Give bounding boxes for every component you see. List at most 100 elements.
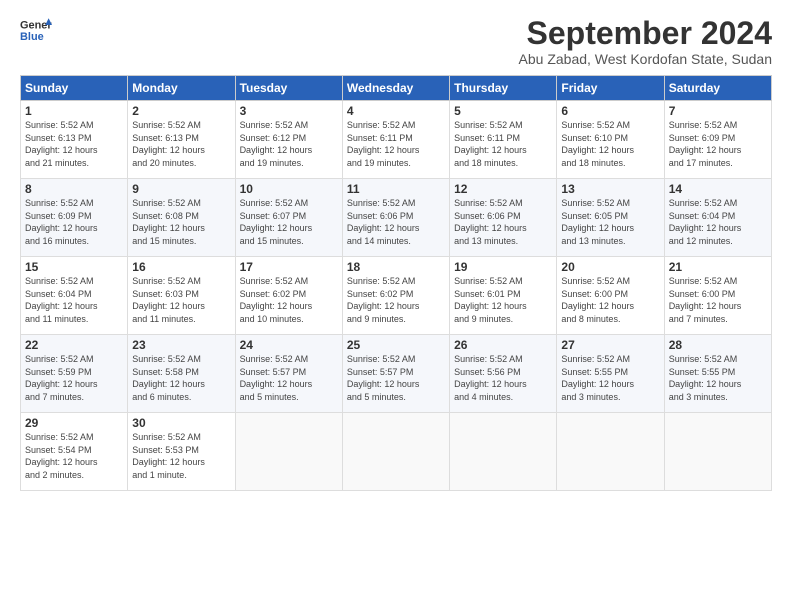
day-number: 14 <box>669 182 767 196</box>
header-sunday: Sunday <box>21 76 128 101</box>
table-cell: 6Sunrise: 5:52 AM Sunset: 6:10 PM Daylig… <box>557 101 664 179</box>
day-number: 1 <box>25 104 123 118</box>
day-number: 13 <box>561 182 659 196</box>
table-cell: 13Sunrise: 5:52 AM Sunset: 6:05 PM Dayli… <box>557 179 664 257</box>
day-info: Sunrise: 5:52 AM Sunset: 5:53 PM Dayligh… <box>132 431 230 481</box>
day-number: 18 <box>347 260 445 274</box>
day-info: Sunrise: 5:52 AM Sunset: 6:01 PM Dayligh… <box>454 275 552 325</box>
day-number: 3 <box>240 104 338 118</box>
day-number: 29 <box>25 416 123 430</box>
day-number: 22 <box>25 338 123 352</box>
table-cell: 7Sunrise: 5:52 AM Sunset: 6:09 PM Daylig… <box>664 101 771 179</box>
day-number: 6 <box>561 104 659 118</box>
day-number: 17 <box>240 260 338 274</box>
svg-text:Blue: Blue <box>20 31 44 43</box>
header-friday: Friday <box>557 76 664 101</box>
day-info: Sunrise: 5:52 AM Sunset: 6:02 PM Dayligh… <box>347 275 445 325</box>
table-cell: 10Sunrise: 5:52 AM Sunset: 6:07 PM Dayli… <box>235 179 342 257</box>
day-info: Sunrise: 5:52 AM Sunset: 5:57 PM Dayligh… <box>347 353 445 403</box>
header-monday: Monday <box>128 76 235 101</box>
day-number: 12 <box>454 182 552 196</box>
table-cell: 5Sunrise: 5:52 AM Sunset: 6:11 PM Daylig… <box>450 101 557 179</box>
day-info: Sunrise: 5:52 AM Sunset: 5:55 PM Dayligh… <box>669 353 767 403</box>
day-info: Sunrise: 5:52 AM Sunset: 6:04 PM Dayligh… <box>25 275 123 325</box>
table-cell: 18Sunrise: 5:52 AM Sunset: 6:02 PM Dayli… <box>342 257 449 335</box>
table-cell: 27Sunrise: 5:52 AM Sunset: 5:55 PM Dayli… <box>557 335 664 413</box>
calendar-table: Sunday Monday Tuesday Wednesday Thursday… <box>20 75 772 491</box>
day-info: Sunrise: 5:52 AM Sunset: 6:00 PM Dayligh… <box>669 275 767 325</box>
day-info: Sunrise: 5:52 AM Sunset: 6:13 PM Dayligh… <box>25 119 123 169</box>
table-cell: 20Sunrise: 5:52 AM Sunset: 6:00 PM Dayli… <box>557 257 664 335</box>
day-number: 25 <box>347 338 445 352</box>
logo: General Blue <box>20 16 52 44</box>
title-block: September 2024 Abu Zabad, West Kordofan … <box>519 16 772 67</box>
day-info: Sunrise: 5:52 AM Sunset: 6:12 PM Dayligh… <box>240 119 338 169</box>
day-number: 8 <box>25 182 123 196</box>
table-cell: 9Sunrise: 5:52 AM Sunset: 6:08 PM Daylig… <box>128 179 235 257</box>
week-row-2: 8Sunrise: 5:52 AM Sunset: 6:09 PM Daylig… <box>21 179 772 257</box>
day-number: 24 <box>240 338 338 352</box>
table-cell: 30Sunrise: 5:52 AM Sunset: 5:53 PM Dayli… <box>128 413 235 491</box>
table-cell: 21Sunrise: 5:52 AM Sunset: 6:00 PM Dayli… <box>664 257 771 335</box>
day-info: Sunrise: 5:52 AM Sunset: 6:05 PM Dayligh… <box>561 197 659 247</box>
table-cell: 8Sunrise: 5:52 AM Sunset: 6:09 PM Daylig… <box>21 179 128 257</box>
day-info: Sunrise: 5:52 AM Sunset: 6:08 PM Dayligh… <box>132 197 230 247</box>
header-wednesday: Wednesday <box>342 76 449 101</box>
table-cell <box>450 413 557 491</box>
table-cell: 17Sunrise: 5:52 AM Sunset: 6:02 PM Dayli… <box>235 257 342 335</box>
table-cell: 28Sunrise: 5:52 AM Sunset: 5:55 PM Dayli… <box>664 335 771 413</box>
table-cell: 15Sunrise: 5:52 AM Sunset: 6:04 PM Dayli… <box>21 257 128 335</box>
day-info: Sunrise: 5:52 AM Sunset: 5:56 PM Dayligh… <box>454 353 552 403</box>
table-cell: 25Sunrise: 5:52 AM Sunset: 5:57 PM Dayli… <box>342 335 449 413</box>
day-number: 7 <box>669 104 767 118</box>
day-number: 30 <box>132 416 230 430</box>
table-cell: 11Sunrise: 5:52 AM Sunset: 6:06 PM Dayli… <box>342 179 449 257</box>
table-cell: 26Sunrise: 5:52 AM Sunset: 5:56 PM Dayli… <box>450 335 557 413</box>
table-cell: 24Sunrise: 5:52 AM Sunset: 5:57 PM Dayli… <box>235 335 342 413</box>
week-row-4: 22Sunrise: 5:52 AM Sunset: 5:59 PM Dayli… <box>21 335 772 413</box>
table-cell: 3Sunrise: 5:52 AM Sunset: 6:12 PM Daylig… <box>235 101 342 179</box>
day-info: Sunrise: 5:52 AM Sunset: 6:13 PM Dayligh… <box>132 119 230 169</box>
day-info: Sunrise: 5:52 AM Sunset: 5:57 PM Dayligh… <box>240 353 338 403</box>
table-cell <box>557 413 664 491</box>
day-number: 2 <box>132 104 230 118</box>
day-info: Sunrise: 5:52 AM Sunset: 5:58 PM Dayligh… <box>132 353 230 403</box>
day-number: 21 <box>669 260 767 274</box>
day-number: 15 <box>25 260 123 274</box>
table-cell: 29Sunrise: 5:52 AM Sunset: 5:54 PM Dayli… <box>21 413 128 491</box>
day-info: Sunrise: 5:52 AM Sunset: 5:55 PM Dayligh… <box>561 353 659 403</box>
week-row-1: 1Sunrise: 5:52 AM Sunset: 6:13 PM Daylig… <box>21 101 772 179</box>
day-info: Sunrise: 5:52 AM Sunset: 5:59 PM Dayligh… <box>25 353 123 403</box>
day-info: Sunrise: 5:52 AM Sunset: 6:02 PM Dayligh… <box>240 275 338 325</box>
header-saturday: Saturday <box>664 76 771 101</box>
day-info: Sunrise: 5:52 AM Sunset: 6:10 PM Dayligh… <box>561 119 659 169</box>
day-info: Sunrise: 5:52 AM Sunset: 5:54 PM Dayligh… <box>25 431 123 481</box>
day-info: Sunrise: 5:52 AM Sunset: 6:11 PM Dayligh… <box>347 119 445 169</box>
month-title: September 2024 <box>519 16 772 51</box>
day-info: Sunrise: 5:52 AM Sunset: 6:04 PM Dayligh… <box>669 197 767 247</box>
table-cell: 1Sunrise: 5:52 AM Sunset: 6:13 PM Daylig… <box>21 101 128 179</box>
table-cell: 22Sunrise: 5:52 AM Sunset: 5:59 PM Dayli… <box>21 335 128 413</box>
day-number: 28 <box>669 338 767 352</box>
day-info: Sunrise: 5:52 AM Sunset: 6:07 PM Dayligh… <box>240 197 338 247</box>
table-cell: 14Sunrise: 5:52 AM Sunset: 6:04 PM Dayli… <box>664 179 771 257</box>
day-number: 23 <box>132 338 230 352</box>
day-number: 16 <box>132 260 230 274</box>
day-number: 27 <box>561 338 659 352</box>
table-cell <box>235 413 342 491</box>
day-number: 5 <box>454 104 552 118</box>
day-info: Sunrise: 5:52 AM Sunset: 6:00 PM Dayligh… <box>561 275 659 325</box>
general-blue-logo-icon: General Blue <box>20 16 52 44</box>
day-number: 10 <box>240 182 338 196</box>
header: General Blue September 2024 Abu Zabad, W… <box>20 16 772 67</box>
calendar-header-row: Sunday Monday Tuesday Wednesday Thursday… <box>21 76 772 101</box>
table-cell: 4Sunrise: 5:52 AM Sunset: 6:11 PM Daylig… <box>342 101 449 179</box>
day-number: 4 <box>347 104 445 118</box>
day-info: Sunrise: 5:52 AM Sunset: 6:09 PM Dayligh… <box>25 197 123 247</box>
table-cell <box>342 413 449 491</box>
header-tuesday: Tuesday <box>235 76 342 101</box>
week-row-5: 29Sunrise: 5:52 AM Sunset: 5:54 PM Dayli… <box>21 413 772 491</box>
day-info: Sunrise: 5:52 AM Sunset: 6:11 PM Dayligh… <box>454 119 552 169</box>
table-cell: 12Sunrise: 5:52 AM Sunset: 6:06 PM Dayli… <box>450 179 557 257</box>
week-row-3: 15Sunrise: 5:52 AM Sunset: 6:04 PM Dayli… <box>21 257 772 335</box>
